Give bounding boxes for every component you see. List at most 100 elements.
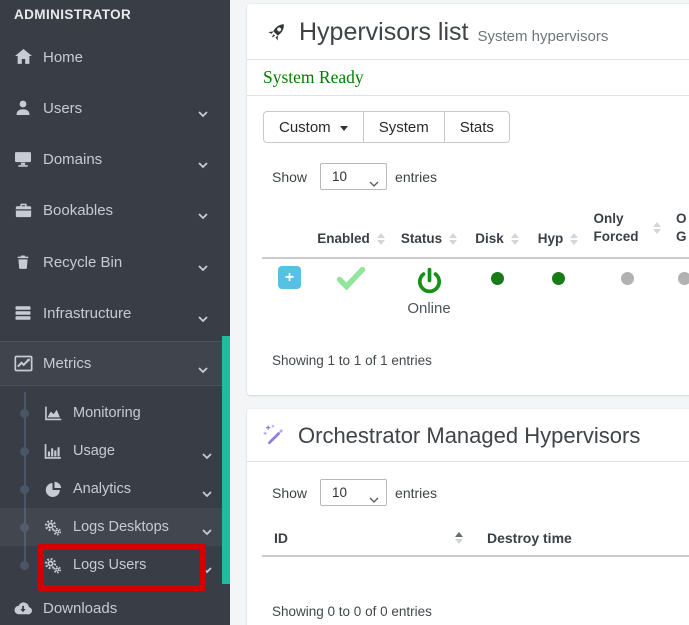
column-header-id[interactable]: ID (262, 522, 475, 556)
status-label: Online (392, 300, 466, 317)
rocket-icon (263, 20, 289, 46)
table-header-row: ID Destroy time (262, 522, 689, 556)
sidebar-item-home[interactable]: Home (0, 37, 230, 77)
cut-off-cell (666, 258, 689, 323)
cut-off-status-dot (678, 272, 689, 285)
sidebar-item-label: Monitoring (73, 405, 141, 421)
expand-row-button[interactable]: + (278, 266, 301, 289)
cloud-download-icon (12, 601, 34, 616)
only-forced-status-dot (621, 272, 634, 285)
chevron-down-icon (198, 156, 208, 173)
table-info: Showing 1 to 1 of 1 entries (272, 353, 689, 368)
page-subtitle: System hypervisors (477, 20, 608, 45)
sidebar-scrollbar-thumb[interactable] (222, 336, 230, 584)
chevron-down-icon (198, 207, 208, 224)
entries-label: entries (395, 169, 437, 185)
column-header-disk[interactable]: Disk (466, 204, 528, 258)
chevron-down-icon (202, 486, 212, 502)
caret-down-icon (340, 126, 348, 135)
sort-asc-icon (455, 532, 463, 544)
system-status-message: System Ready (247, 60, 689, 96)
page-size-select[interactable]: 10 (320, 479, 387, 506)
check-icon (310, 266, 392, 291)
chart-area-icon (42, 405, 64, 421)
table-row: + Online (262, 258, 689, 323)
hyp-status-dot (552, 272, 565, 285)
sort-icon (377, 233, 385, 245)
orchestrator-card-header: Orchestrator Managed Hypervisors (247, 409, 689, 462)
tab-custom[interactable]: Custom (263, 111, 364, 143)
column-header-enabled[interactable]: Enabled (310, 204, 392, 258)
column-header-cut-off[interactable]: O G (666, 204, 689, 258)
sidebar-item-infrastructure[interactable]: Infrastructure (0, 293, 230, 333)
hypervisors-card: Hypervisors list System hypervisors Syst… (247, 4, 689, 395)
magic-wand-icon (263, 424, 288, 449)
sort-icon (449, 233, 457, 245)
status-cell: Online (392, 258, 466, 323)
sidebar-item-users[interactable]: Users (0, 88, 230, 128)
orchestrator-table: ID Destroy time (262, 522, 689, 598)
sidebar-item-label: Domains (43, 151, 102, 168)
hypervisors-table: Enabled Status Disk Hyp Only Forced (262, 204, 689, 323)
sidebar-item-recycle-bin[interactable]: Recycle Bin (0, 242, 230, 282)
home-icon (12, 49, 34, 65)
tab-system[interactable]: System (364, 111, 445, 143)
brand-title: ADMINISTRATOR (14, 7, 131, 22)
column-header-hyp[interactable]: Hyp (528, 204, 588, 258)
only-forced-cell (588, 258, 666, 323)
column-header-status[interactable]: Status (392, 204, 466, 258)
column-header-destroy-time[interactable]: Destroy time (475, 522, 689, 556)
show-label: Show (272, 485, 307, 501)
show-label: Show (272, 169, 307, 185)
chart-pie-icon (42, 481, 64, 498)
trash-icon (12, 254, 34, 270)
user-icon (12, 100, 34, 116)
orchestrator-card: Orchestrator Managed Hypervisors Show 10… (247, 409, 689, 625)
sidebar-item-usage[interactable]: Usage (0, 432, 230, 470)
chevron-down-icon (198, 310, 208, 327)
section-title: Orchestrator Managed Hypervisors (298, 423, 640, 449)
sidebar-item-label: Users (43, 100, 82, 117)
tab-label: Custom (279, 119, 331, 136)
sidebar-item-downloads[interactable]: Downloads (0, 588, 230, 625)
sidebar-item-label: Downloads (43, 600, 117, 617)
sidebar-item-label: Bookables (43, 202, 113, 219)
briefcase-icon (12, 202, 34, 218)
chevron-down-icon (202, 562, 212, 578)
sidebar-item-label: Logs Users (73, 557, 146, 573)
sidebar: ADMINISTRATOR Home Users Domains Bookabl… (0, 0, 230, 625)
server-icon (12, 305, 34, 321)
hypervisors-card-header: Hypervisors list System hypervisors (247, 4, 689, 60)
tab-label: Stats (460, 119, 494, 136)
column-header-only-forced[interactable]: Only Forced (588, 204, 666, 258)
entries-label: entries (395, 485, 437, 501)
sidebar-item-logs-users[interactable]: Logs Users (0, 546, 230, 584)
monitor-icon (12, 151, 34, 167)
tab-label: System (379, 119, 429, 136)
table-info: Showing 0 to 0 of 0 entries (272, 604, 689, 619)
sidebar-item-metrics[interactable]: Metrics (0, 341, 230, 386)
chevron-down-icon (198, 259, 208, 276)
chevron-down-icon (202, 524, 212, 540)
sidebar-item-label: Metrics (43, 355, 91, 372)
sidebar-item-label: Logs Desktops (73, 519, 169, 535)
page-size-select[interactable]: 10 (320, 163, 387, 190)
chevron-down-icon (198, 361, 208, 378)
table-length-control: Show 10 entries (272, 479, 689, 506)
tab-stats[interactable]: Stats (445, 111, 510, 143)
empty-table-row (262, 556, 689, 598)
sidebar-item-analytics[interactable]: Analytics (0, 470, 230, 508)
sidebar-item-label: Analytics (73, 481, 131, 497)
sidebar-item-label: Usage (73, 443, 115, 459)
hyp-cell (528, 258, 588, 323)
page-title: Hypervisors list (299, 18, 468, 47)
sidebar-item-domains[interactable]: Domains (0, 139, 230, 179)
cogs-icon (42, 557, 64, 574)
disk-cell (466, 258, 528, 323)
chart-line-icon (12, 355, 34, 372)
sidebar-item-bookables[interactable]: Bookables (0, 190, 230, 230)
sidebar-item-monitoring[interactable]: Monitoring (0, 394, 230, 432)
sidebar-item-label: Home (43, 49, 83, 66)
sort-icon (511, 233, 519, 245)
sidebar-item-logs-desktops[interactable]: Logs Desktops (0, 508, 230, 546)
